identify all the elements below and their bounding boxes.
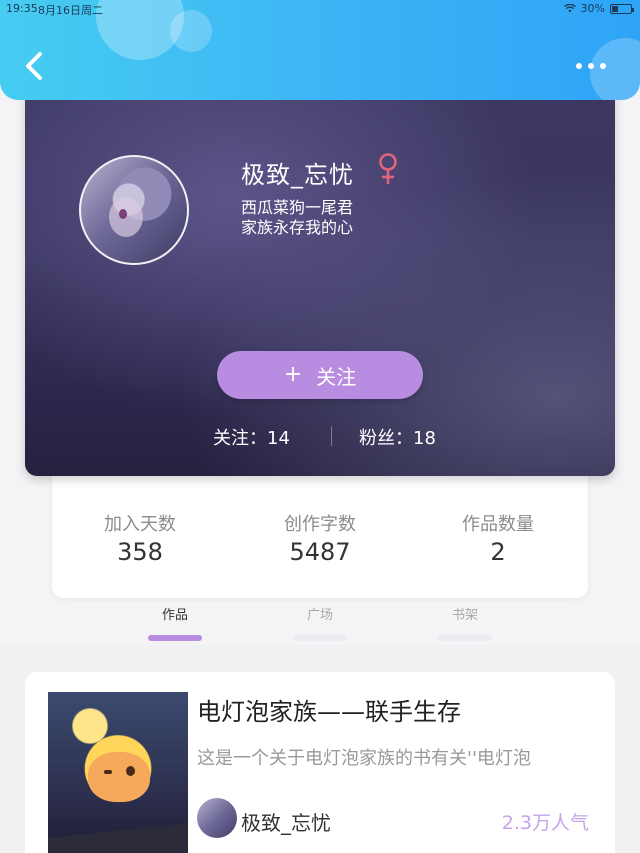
- following-count[interactable]: 关注：14: [213, 424, 290, 450]
- status-indicators: 30%: [563, 2, 634, 15]
- wifi-icon: [563, 4, 576, 13]
- avatar[interactable]: [79, 155, 189, 265]
- battery-percent: 30%: [580, 2, 605, 15]
- stat-work-count: 作品数量 2: [428, 510, 568, 566]
- more-dot-icon: [588, 63, 594, 69]
- stat-value: 2: [490, 538, 506, 566]
- more-options-button[interactable]: [576, 58, 616, 74]
- book-cover-image[interactable]: [48, 692, 188, 853]
- battery-icon: [610, 3, 634, 14]
- tab-square[interactable]: 广场: [285, 604, 355, 641]
- user-bio: 西瓜菜狗一尾君 家族永存我的心: [241, 198, 353, 238]
- bio-line: 家族永存我的心: [241, 218, 354, 237]
- bio-line: 西瓜菜狗一尾君: [241, 198, 354, 217]
- tab-label: 作品: [161, 608, 188, 623]
- author-name[interactable]: 极致_忘忧: [241, 807, 331, 836]
- plus-icon: +: [283, 362, 303, 387]
- stat-join-days: 加入天数 358: [70, 510, 210, 566]
- tab-indicator: [293, 635, 347, 641]
- work-card[interactable]: 电灯泡家族——联手生存 这是一个关于电灯泡家族的书有关''电灯泡 极致_忘忧 2…: [25, 672, 615, 853]
- decorative-bubble: [170, 10, 212, 52]
- fans-count[interactable]: 粉丝：18: [359, 424, 436, 450]
- author-stats-panel: 加入天数 358 创作字数 5487 作品数量 2: [52, 470, 588, 598]
- work-title[interactable]: 电灯泡家族——联手生存: [197, 692, 461, 727]
- stat-value: 5487: [289, 538, 351, 566]
- status-date: 8月16日周二: [38, 4, 103, 17]
- divider: [331, 426, 332, 446]
- status-time: 19:35: [6, 2, 38, 15]
- follow-button-label: 关注: [316, 364, 357, 389]
- tab-indicator: [148, 635, 202, 641]
- tab-bookshelf[interactable]: 书架: [430, 604, 500, 641]
- tab-label: 广场: [306, 608, 333, 623]
- follow-button[interactable]: + 关注: [217, 351, 423, 399]
- stat-label: 作品数量: [462, 514, 534, 535]
- popularity-count: 2.3万人气: [501, 812, 589, 834]
- female-icon: [379, 153, 397, 184]
- work-description: 这是一个关于电灯泡家族的书有关''电灯泡: [197, 748, 531, 769]
- username: 极致_忘忧: [241, 161, 354, 189]
- more-dot-icon: [600, 63, 606, 69]
- stat-word-count: 创作字数 5487: [250, 510, 390, 566]
- author-avatar[interactable]: [197, 798, 237, 838]
- back-icon[interactable]: [20, 48, 50, 84]
- tab-works[interactable]: 作品: [140, 604, 210, 641]
- top-navigation-bar: 19:35 8月16日周二 30%: [0, 0, 640, 100]
- profile-card: 极致_忘忧 西瓜菜狗一尾君 家族永存我的心 + 关注 关注：14 粉丝：18: [25, 80, 615, 476]
- stat-label: 加入天数: [104, 514, 176, 535]
- tab-indicator: [438, 635, 492, 641]
- tab-label: 书架: [451, 608, 478, 623]
- stat-value: 358: [117, 538, 163, 566]
- stat-label: 创作字数: [284, 514, 356, 535]
- more-dot-icon: [576, 63, 582, 69]
